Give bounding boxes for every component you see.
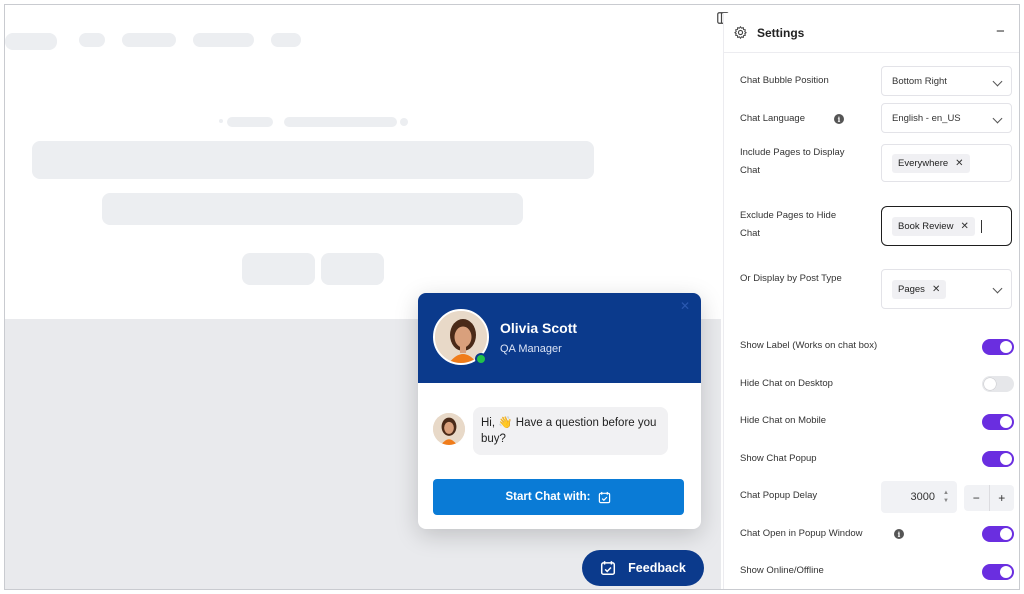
exclude-pages-label: Exclude Pages to Hide: [740, 210, 837, 221]
post-type-chip-label: Pages: [898, 283, 925, 295]
show-popup-toggle[interactable]: [982, 451, 1014, 467]
toggle-knob: [1000, 341, 1012, 353]
collapse-button[interactable]: −: [996, 23, 1005, 40]
settings-header: Settings −: [724, 13, 1019, 53]
widget-header: Olivia Scott QA Manager ✕: [418, 293, 701, 383]
agent-avatar-small: [433, 413, 465, 445]
language-value: English - en_US: [892, 112, 961, 124]
post-type-label: Or Display by Post Type: [740, 273, 842, 284]
include-chip-label: Everywhere: [898, 157, 949, 169]
toggle-knob: [984, 378, 996, 390]
nav-placeholder: [5, 33, 57, 50]
popup-delay-input[interactable]: 3000 ▲ ▼: [881, 481, 957, 513]
increment-button[interactable]: +: [990, 485, 1015, 511]
include-pages-label-2: Chat: [740, 165, 761, 176]
spin-arrows-icon[interactable]: ▲ ▼: [943, 489, 949, 505]
start-chat-label: Start Chat with:: [505, 491, 591, 503]
hide-mobile-label: Hide Chat on Mobile: [740, 415, 827, 426]
page-preview: [5, 17, 709, 319]
bubble-position-select[interactable]: Bottom Right: [881, 66, 1012, 96]
button-placeholder: [242, 253, 315, 285]
calendar-check-icon: [601, 561, 616, 576]
include-page-chip[interactable]: Everywhere ✕: [892, 153, 970, 173]
exclude-page-chip[interactable]: Book Review ✕: [892, 216, 975, 236]
info-icon[interactable]: i: [894, 529, 904, 539]
feedback-label: Feedback: [628, 561, 686, 575]
decrement-button[interactable]: −: [964, 485, 990, 511]
popup-delay-value: 3000: [910, 491, 935, 503]
text-cursor: [980, 219, 982, 233]
nav-placeholder: [79, 33, 105, 47]
hide-mobile-toggle[interactable]: [982, 414, 1014, 430]
remove-chip-icon[interactable]: ✕: [932, 284, 940, 295]
exclude-pages-label-2: Chat: [740, 228, 761, 239]
headline-placeholder: [32, 141, 594, 179]
post-type-select[interactable]: Pages ✕: [881, 269, 1012, 309]
online-offline-toggle[interactable]: [982, 564, 1014, 580]
popup-delay-label: Chat Popup Delay: [740, 490, 818, 501]
language-label: Chat Language: [740, 113, 805, 124]
include-pages-field[interactable]: Everywhere ✕: [881, 144, 1012, 182]
nav-placeholder: [122, 33, 176, 47]
button-placeholder: [321, 253, 384, 285]
show-popup-label: Show Chat Popup: [740, 453, 817, 464]
show-label-toggle[interactable]: [982, 339, 1014, 355]
subheadline-placeholder: [102, 193, 523, 225]
toggle-knob: [1000, 566, 1012, 578]
popup-window-label: Chat Open in Popup Window: [740, 528, 863, 539]
agent-role: QA Manager: [500, 343, 562, 355]
online-offline-label: Show Online/Offline: [740, 565, 824, 576]
chevron-down-icon: [992, 76, 1003, 87]
calendar-check-icon: [599, 491, 611, 503]
settings-panel: Settings − Chat Bubble Position Bottom R…: [723, 13, 1019, 589]
include-pages-label: Include Pages to Display: [740, 147, 845, 158]
toggle-knob: [1000, 453, 1012, 465]
remove-chip-icon[interactable]: ✕: [960, 221, 968, 232]
chevron-down-icon: [992, 283, 1003, 294]
hide-desktop-label: Hide Chat on Desktop: [740, 378, 833, 389]
post-type-chip[interactable]: Pages ✕: [892, 279, 947, 299]
popup-window-toggle[interactable]: [982, 526, 1014, 542]
chevron-down-icon: [992, 113, 1003, 124]
show-label-label: Show Label (Works on chat box): [740, 340, 878, 351]
toggle-knob: [1000, 416, 1012, 428]
remove-chip-icon[interactable]: ✕: [955, 158, 963, 169]
hide-desktop-toggle[interactable]: [982, 376, 1014, 392]
text-placeholder: [400, 118, 408, 126]
exclude-chip-label: Book Review: [898, 220, 954, 232]
app-frame: Olivia Scott QA Manager ✕ Hi, 👋 Have a q…: [4, 4, 1020, 590]
online-indicator: [475, 353, 487, 365]
language-select[interactable]: English - en_US: [881, 103, 1012, 133]
agent-name: Olivia Scott: [500, 320, 578, 336]
text-placeholder: [284, 117, 397, 127]
text-placeholder: [219, 119, 223, 123]
close-icon[interactable]: ✕: [680, 299, 690, 313]
greeting-message: Hi, 👋 Have a question before you buy?: [473, 407, 668, 455]
nav-placeholder: [271, 33, 301, 47]
text-placeholder: [227, 117, 273, 127]
start-chat-button[interactable]: Start Chat with:: [433, 479, 684, 515]
gear-icon: [734, 26, 747, 39]
bubble-position-value: Bottom Right: [892, 75, 947, 87]
nav-placeholder: [193, 33, 254, 47]
settings-title: Settings: [757, 26, 805, 40]
chat-widget: Olivia Scott QA Manager ✕ Hi, 👋 Have a q…: [418, 293, 701, 529]
exclude-pages-field[interactable]: Book Review ✕: [881, 206, 1012, 246]
feedback-button[interactable]: Feedback: [582, 550, 704, 586]
info-icon[interactable]: i: [834, 114, 844, 124]
popup-delay-stepper: − +: [964, 485, 1014, 511]
bubble-position-label: Chat Bubble Position: [740, 75, 829, 86]
toggle-knob: [1000, 528, 1012, 540]
